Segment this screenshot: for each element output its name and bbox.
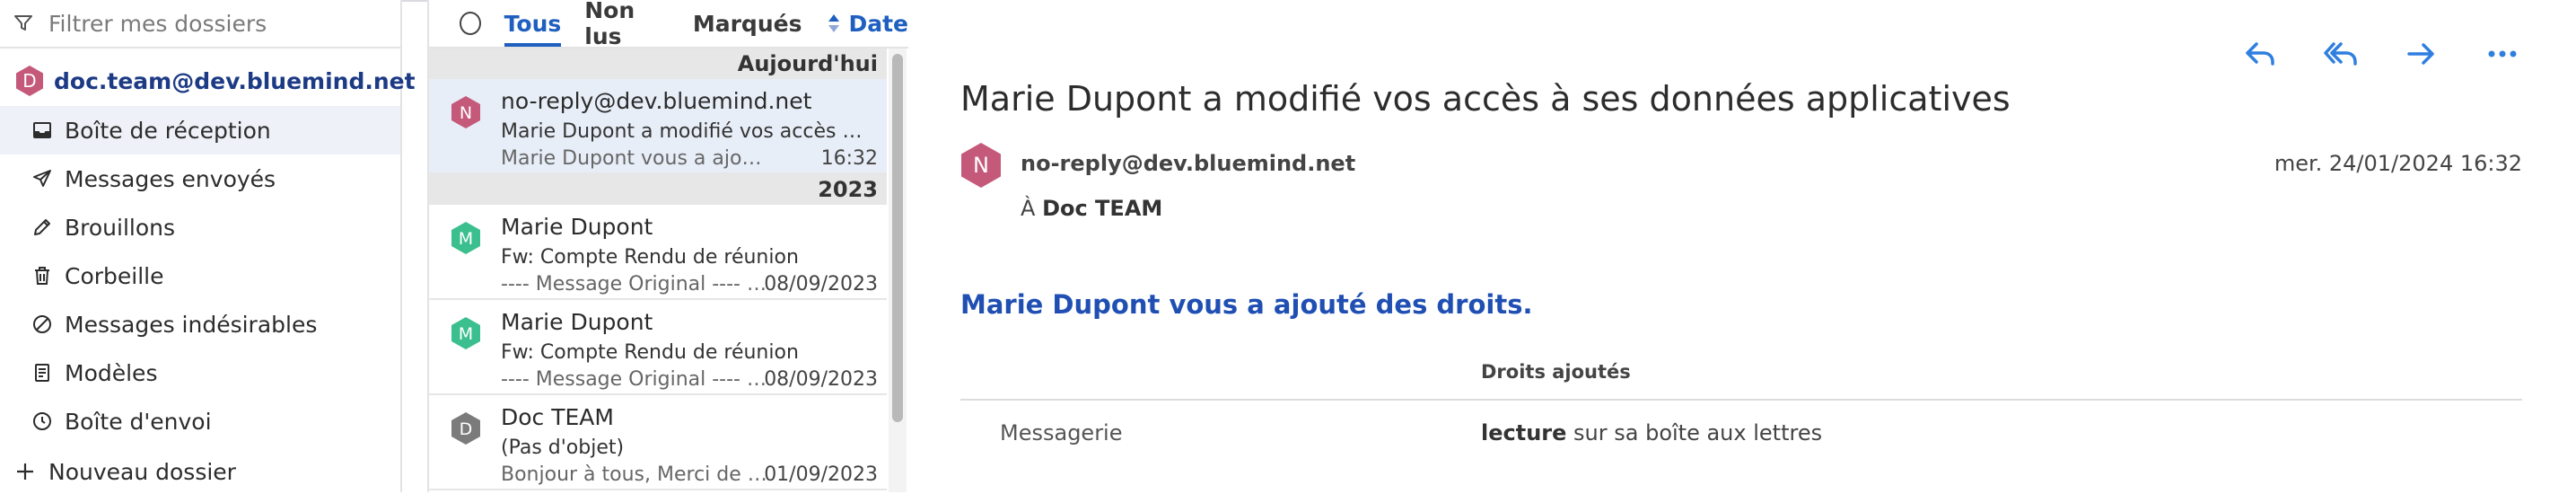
rights-value: lecture sur sa boîte aux lettres: [1481, 420, 1822, 445]
trash-icon: [29, 262, 56, 289]
mail-preview: ---- Message Original ---- De : Marie Du…: [501, 273, 770, 296]
mail-preview: Bonjour à tous, Merci de votre participa…: [501, 463, 770, 486]
folder-templates[interactable]: Modèles: [0, 348, 400, 397]
reply-icon: [2246, 42, 2274, 66]
sort-icon: [828, 14, 840, 32]
reply-button[interactable]: [2240, 34, 2280, 74]
folder-label: Messages indésirables: [65, 311, 318, 338]
mail-from: Doc TEAM: [501, 404, 614, 430]
paper-plane-icon: [29, 165, 56, 192]
list-scrollbar-thumb[interactable]: [892, 54, 903, 422]
ban-icon: [29, 311, 56, 338]
folder-sent[interactable]: Messages envoyés: [0, 154, 400, 203]
avatar-initial: N: [460, 103, 472, 123]
folder-label: Corbeille: [65, 262, 164, 289]
avatar-initial: M: [459, 229, 473, 249]
list-item[interactable]: M Marie Dupont Fw: Compte Rendu de réuni…: [429, 300, 887, 395]
recipient-line: À Doc TEAM: [1021, 196, 1162, 221]
mail-subject: Fw: Compte Rendu de réunion: [501, 341, 799, 364]
forward-button[interactable]: [2402, 34, 2441, 74]
folder-list: Boîte de réception Messages envoyés Brou…: [0, 106, 400, 445]
folder-label: Modèles: [65, 359, 158, 386]
reply-all-button[interactable]: [2321, 34, 2361, 74]
avatar-initial: D: [460, 419, 473, 439]
folder-label: Messages envoyés: [65, 165, 276, 192]
tab-unread[interactable]: Non lus: [584, 0, 670, 49]
rights-app-name: Messagerie: [1000, 420, 1123, 445]
message-subject: Marie Dupont a modifié vos accès à ses d…: [960, 79, 2011, 119]
folder-drafts[interactable]: Brouillons: [0, 203, 400, 251]
folder-inbox[interactable]: Boîte de réception: [0, 106, 400, 154]
folder-sidebar: D doc.team@dev.bluemind.net Boîte de réc…: [0, 0, 416, 494]
account-row[interactable]: D doc.team@dev.bluemind.net: [0, 59, 416, 102]
sender-avatar: D: [451, 412, 480, 445]
folder-trash[interactable]: Corbeille: [0, 251, 400, 300]
avatar-initial: M: [459, 324, 473, 344]
mail-from: Marie Dupont: [501, 214, 653, 240]
group-header-today: Aujourd'hui: [429, 49, 887, 79]
filter-icon: [14, 15, 32, 31]
mail-date: 01/09/2023: [764, 463, 878, 486]
rights-value-bold: lecture: [1481, 420, 1567, 445]
folder-filter: [0, 0, 400, 49]
folder-junk[interactable]: Messages indésirables: [0, 300, 400, 348]
group-header-2023: 2023: [429, 174, 887, 205]
tab-flagged[interactable]: Marqués: [693, 0, 802, 47]
more-icon: [2488, 50, 2517, 57]
clock-icon: [29, 408, 56, 435]
sender-avatar: N: [961, 143, 1001, 188]
to-prefix: À: [1021, 196, 1036, 221]
message-list-pane: Tous Non lus Marqués Date Aujourd'hui N …: [427, 0, 910, 492]
message-date: mer. 24/01/2024 16:32: [2274, 151, 2522, 176]
account-avatar: D: [14, 65, 45, 97]
account-avatar-initial: D: [22, 70, 37, 92]
mail-from: no-reply@dev.bluemind.net: [501, 88, 812, 114]
tab-all[interactable]: Tous: [504, 0, 562, 47]
mail-date: 08/09/2023: [764, 368, 878, 391]
list-item[interactable]: D Doc TEAM (Pas d'objet) Bonjour à tous,…: [429, 395, 887, 490]
mail-preview: Marie Dupont vous a ajouté des droits.: [501, 147, 770, 170]
reading-pane: Marie Dupont a modifié vos accès à ses d…: [908, 0, 2576, 492]
new-folder-button[interactable]: Nouveau dossier: [0, 449, 236, 494]
mail-subject: (Pas d'objet): [501, 437, 625, 459]
avatar-initial: N: [973, 153, 989, 178]
sort-button[interactable]: Date: [827, 11, 908, 37]
message-list: Aujourd'hui N no-reply@dev.bluemind.net …: [429, 49, 887, 492]
template-icon: [29, 359, 56, 386]
sort-label: Date: [848, 10, 908, 37]
mail-from: Marie Dupont: [501, 309, 653, 335]
folder-outbox[interactable]: Boîte d'envoi: [0, 397, 400, 445]
sender-avatar: M: [451, 222, 480, 254]
message-actions: [2240, 34, 2522, 74]
sender-avatar: N: [451, 96, 480, 128]
new-folder-label: Nouveau dossier: [48, 458, 236, 485]
mail-date: 08/09/2023: [764, 273, 878, 296]
list-item[interactable]: N no-reply@dev.bluemind.net Marie Dupont…: [429, 79, 887, 174]
list-toolbar: Tous Non lus Marqués Date: [429, 0, 908, 49]
more-button[interactable]: [2483, 34, 2522, 74]
list-item[interactable]: M Marie Dupont Fw: Compte Rendu de réuni…: [429, 205, 887, 300]
recipient-name[interactable]: Doc TEAM: [1042, 196, 1162, 221]
mail-date: 16:32: [820, 147, 878, 170]
plus-icon: [13, 459, 38, 484]
folder-label: Boîte d'envoi: [65, 408, 212, 435]
sender-avatar: M: [451, 317, 480, 349]
folder-label: Brouillons: [65, 214, 176, 241]
folder-label: Boîte de réception: [65, 117, 271, 144]
select-all-checkbox[interactable]: [460, 12, 481, 35]
reply-all-icon: [2324, 42, 2357, 66]
folder-filter-input[interactable]: [47, 9, 373, 38]
sender-email[interactable]: no-reply@dev.bluemind.net: [1021, 151, 1355, 176]
pencil-icon: [29, 214, 56, 241]
rights-value-rest: sur sa boîte aux lettres: [1566, 420, 1823, 445]
inbox-icon: [29, 117, 56, 144]
mail-subject: Marie Dupont a modifié vos accès à ses d…: [501, 120, 869, 143]
forward-icon: [2407, 43, 2434, 65]
mail-preview: ---- Message Original ---- De : Marie Du…: [501, 368, 770, 391]
account-name: doc.team@dev.bluemind.net: [54, 67, 416, 94]
mail-subject: Fw: Compte Rendu de réunion: [501, 246, 799, 269]
body-heading: Marie Dupont vous a ajouté des droits.: [960, 289, 1533, 320]
table-divider: [960, 399, 2522, 401]
rights-column-header: Droits ajoutés: [1481, 361, 1631, 383]
